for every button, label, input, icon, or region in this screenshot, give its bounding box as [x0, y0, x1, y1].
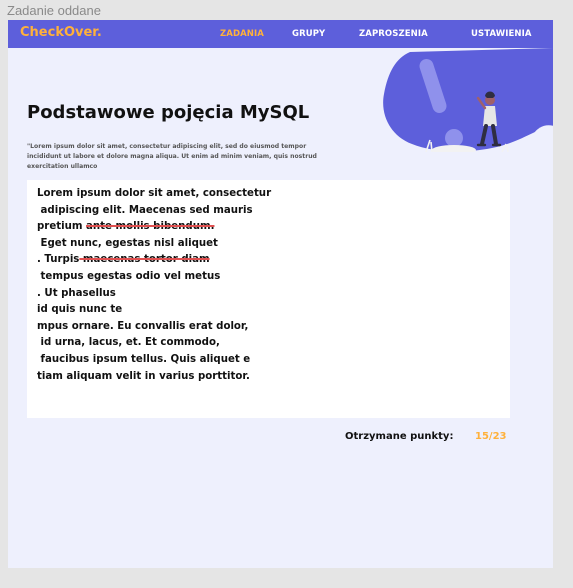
- answer-text: id urna, lacus, et. Et commodo,: [37, 337, 220, 349]
- task-description: "Lorem ipsum dolor sit amet, consectetur…: [27, 143, 317, 170]
- frame-title: Zadanie oddane: [7, 3, 101, 18]
- answer-line: adipiscing elit. Maecenas sed mauris: [37, 205, 253, 216]
- answer-line: . Turpis maecenas tortor diam: [37, 254, 210, 265]
- answer-text: id quis nunc te: [37, 304, 123, 316]
- answer-line: id urna, lacus, et. Et commodo,: [37, 337, 220, 348]
- answer-text: mpus ornare. Eu convallis erat dolor,: [37, 320, 249, 332]
- answer-text: faucibus ipsum tellus. Quis aliquet e: [37, 354, 251, 365]
- score-label: Otrzymane punkty:: [345, 431, 454, 442]
- answer-line: pretium ante mollis bibendum.: [37, 221, 214, 232]
- answer-line: tiam aliquam velit in varius porttitor.: [37, 371, 250, 382]
- nav-item-zadania[interactable]: ZADANIA: [220, 29, 264, 39]
- answer-text: pretium: [37, 221, 87, 233]
- answer-text: adipiscing elit. Maecenas sed mauris: [37, 204, 253, 216]
- logo[interactable]: CheckOver.: [20, 25, 102, 40]
- answer-text: . Ut phasellus: [37, 287, 116, 299]
- answer-text: Lorem ipsum dolor sit amet, consectetur: [37, 188, 272, 199]
- answer-line: mpus ornare. Eu convallis erat dolor,: [37, 321, 248, 332]
- answer-line: tempus egestas odio vel metus: [37, 271, 221, 282]
- answer-line: . Ut phasellus: [37, 288, 116, 299]
- answer-text: tiam aliquam velit in varius porttitor.: [37, 370, 250, 382]
- answer-card: Lorem ipsum dolor sit amet, consectetur …: [27, 180, 510, 418]
- answer-strikethrough-text: maecenas tortor diam: [79, 254, 210, 266]
- answer-line: faucibus ipsum tellus. Quis aliquet e: [37, 354, 251, 365]
- nav-item-ustawienia[interactable]: USTAWIENIA: [471, 29, 532, 39]
- answer-line: id quis nunc te: [37, 304, 122, 315]
- app-frame: CheckOver. ZADANIA GRUPY ZAPROSZENIA UST…: [8, 20, 553, 568]
- exclamation-illustration-icon: [383, 48, 553, 152]
- answer-text: tempus egestas odio vel metus: [37, 271, 221, 282]
- nav-item-zaproszenia[interactable]: ZAPROSZENIA: [359, 29, 428, 39]
- nav-item-grupy[interactable]: GRUPY: [292, 29, 325, 39]
- answer-text: Eget nunc, egestas nisl aliquet: [37, 237, 218, 249]
- page-title: Podstawowe pojęcia MySQL: [27, 102, 310, 123]
- answer-text: . Turpis: [37, 254, 80, 266]
- answer-strikethrough-text: ante mollis bibendum.: [86, 221, 215, 233]
- score-value: 15/23: [475, 431, 507, 442]
- answer-line: Eget nunc, egestas nisl aliquet: [37, 238, 218, 249]
- answer-line: Lorem ipsum dolor sit amet, consectetur: [37, 188, 271, 199]
